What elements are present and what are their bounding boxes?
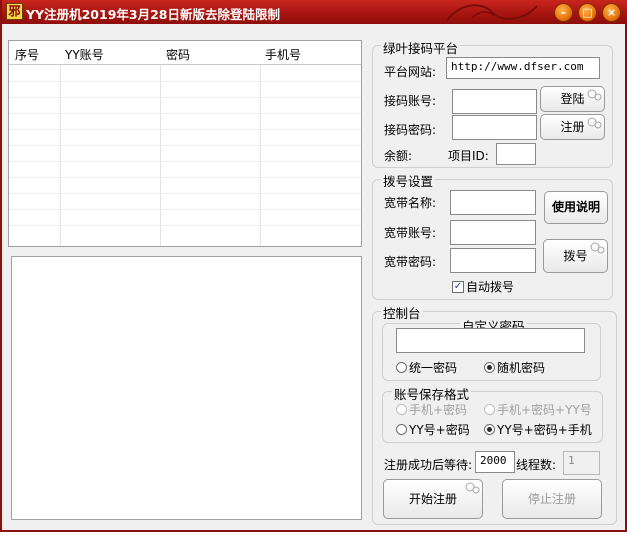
start-register-button[interactable]: 开始注册 <box>383 479 483 519</box>
broadband-account-label: 宽带账号: <box>384 226 437 240</box>
column-divider <box>60 65 61 246</box>
radio-selected-icon <box>484 424 495 435</box>
app-icon: 邪 <box>6 3 23 20</box>
platform-url-input[interactable]: http://www.dfser.com <box>446 57 600 79</box>
project-id-input[interactable] <box>496 143 536 165</box>
platform-group-legend: 绿叶接码平台 <box>381 38 461 57</box>
help-button-label: 使用说明 <box>551 200 600 214</box>
broadband-account-input[interactable] <box>450 220 536 245</box>
broadband-password-input[interactable] <box>450 248 536 273</box>
swirl-ornament-icon <box>465 482 480 494</box>
uniform-password-radio[interactable]: 统一密码 <box>396 359 457 376</box>
window-title: YY注册机2019年3月28日新版去除登陆限制 <box>26 7 280 22</box>
title-bar[interactable]: 邪 YY注册机2019年3月28日新版去除登陆限制 – □ × <box>2 0 627 24</box>
auto-dial-label: 自动拨号 <box>466 280 515 294</box>
row-divider <box>9 209 361 210</box>
column-divider <box>160 65 161 246</box>
column-header-password[interactable]: 密码 <box>166 46 190 63</box>
row-divider <box>9 81 361 82</box>
log-textarea[interactable] <box>11 256 362 520</box>
checkmark-icon: ✓ <box>452 280 464 293</box>
platform-password-label: 接码密码: <box>384 123 437 137</box>
register-account-button[interactable]: 注册 <box>540 114 605 140</box>
maximize-button[interactable]: □ <box>578 3 597 22</box>
login-button[interactable]: 登陆 <box>540 86 605 112</box>
balance-label: 余额: <box>384 149 413 163</box>
titlebar-ornament-icon <box>446 4 538 21</box>
table-header: 序号 YY账号 密码 手机号 <box>9 41 361 65</box>
format-yy-password-phone-radio[interactable]: YY号+密码+手机 <box>484 421 592 438</box>
format-option-label: 手机+密码+YY号 <box>497 403 592 417</box>
swirl-ornament-icon <box>587 117 602 129</box>
broadband-password-label: 宽带密码: <box>384 255 437 269</box>
platform-account-input[interactable] <box>452 89 537 114</box>
auto-dial-checkbox[interactable]: ✓ 自动拨号 <box>452 278 514 295</box>
radio-circle-icon <box>396 404 407 415</box>
main-window: 邪 YY注册机2019年3月28日新版去除登陆限制 – □ × 序号 YY账号 … <box>0 0 627 532</box>
random-password-radio[interactable]: 随机密码 <box>484 359 545 376</box>
minimize-button[interactable]: – <box>554 3 573 22</box>
row-divider <box>9 177 361 178</box>
radio-circle-icon <box>396 424 407 435</box>
row-divider <box>9 161 361 162</box>
random-password-label: 随机密码 <box>497 361 546 375</box>
radio-circle-icon <box>396 362 407 373</box>
row-divider <box>9 129 361 130</box>
platform-account-label: 接码账号: <box>384 94 437 108</box>
stop-register-button[interactable]: 停止注册 <box>502 479 602 519</box>
dial-button-label: 拨号 <box>563 249 588 263</box>
start-register-label: 开始注册 <box>408 492 457 506</box>
console-group-legend: 控制台 <box>381 303 423 322</box>
row-divider <box>9 97 361 98</box>
row-divider <box>9 145 361 146</box>
uniform-password-label: 统一密码 <box>409 361 458 375</box>
column-header-index[interactable]: 序号 <box>15 46 39 63</box>
register-account-button-label: 注册 <box>560 120 585 134</box>
row-divider <box>9 113 361 114</box>
settings-panel: 绿叶接码平台 平台网站: http://www.dfser.com 接码账号: … <box>370 33 623 527</box>
close-button[interactable]: × <box>602 3 621 22</box>
column-header-phone[interactable]: 手机号 <box>265 46 301 63</box>
wait-after-register-input[interactable]: 2000 <box>475 451 515 473</box>
help-button[interactable]: 使用说明 <box>544 191 608 224</box>
account-table[interactable]: 序号 YY账号 密码 手机号 <box>8 40 362 247</box>
platform-url-label: 平台网站: <box>384 65 437 79</box>
radio-selected-icon <box>484 362 495 373</box>
broadband-name-label: 宽带名称: <box>384 196 437 210</box>
project-id-label: 项目ID: <box>448 149 489 163</box>
stop-register-label: 停止注册 <box>527 492 576 506</box>
format-yy-password-radio[interactable]: YY号+密码 <box>396 421 470 438</box>
format-option-label: YY号+密码 <box>409 423 470 437</box>
dial-group-legend: 拨号设置 <box>381 171 436 190</box>
platform-password-input[interactable] <box>452 115 537 140</box>
format-phone-password-radio[interactable]: 手机+密码 <box>396 401 467 418</box>
column-header-yy-account[interactable]: YY账号 <box>65 46 104 63</box>
column-divider <box>260 65 261 246</box>
row-divider <box>9 225 361 226</box>
login-button-label: 登陆 <box>560 92 585 106</box>
format-phone-password-yy-radio[interactable]: 手机+密码+YY号 <box>484 401 592 418</box>
format-option-label: 手机+密码 <box>409 403 468 417</box>
custom-password-input[interactable] <box>396 328 585 353</box>
dial-button[interactable]: 拨号 <box>543 239 608 273</box>
row-divider <box>9 193 361 194</box>
swirl-ornament-icon <box>590 242 605 254</box>
threads-label: 线程数: <box>516 458 557 472</box>
swirl-ornament-icon <box>587 89 602 101</box>
wait-after-register-label: 注册成功后等待: <box>384 458 473 472</box>
threads-input[interactable]: 1 <box>563 451 600 475</box>
radio-circle-icon <box>484 404 495 415</box>
format-option-label: YY号+密码+手机 <box>497 423 592 437</box>
broadband-name-input[interactable] <box>450 190 536 215</box>
